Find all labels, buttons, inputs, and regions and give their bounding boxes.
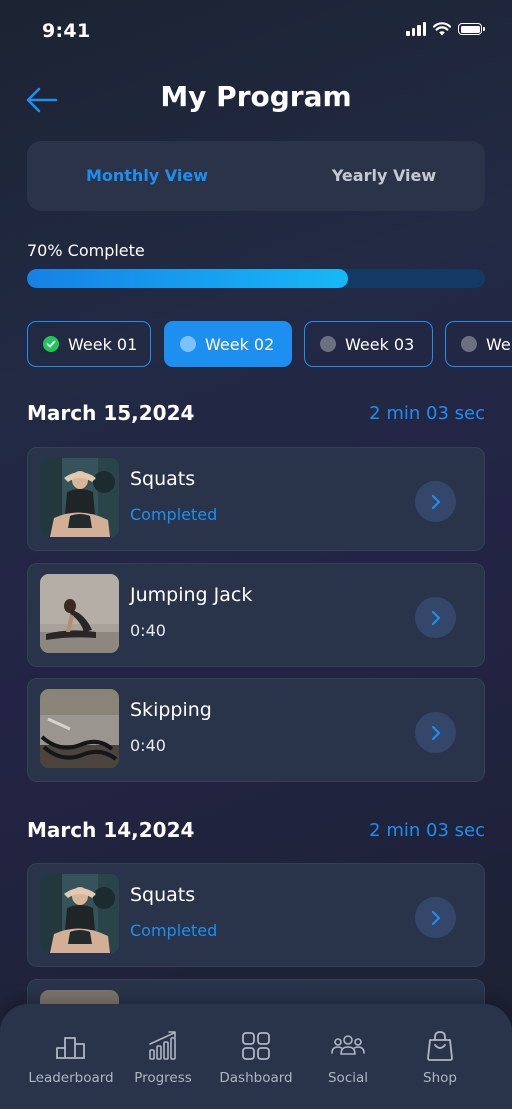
social-icon <box>331 1035 365 1055</box>
week-chip-label: Week 02 <box>205 334 275 354</box>
nav-progress[interactable]: Progress <box>113 1030 213 1086</box>
exercise-thumbnail <box>40 574 119 653</box>
exercise-name: Skipping <box>130 699 212 721</box>
bottom-nav: Leaderboard Progress Dashboard Social Sh… <box>0 1004 512 1109</box>
view-toggle: Monthly View Yearly View <box>27 141 485 211</box>
dashboard-icon <box>242 1032 270 1060</box>
exercise-card-jumping-jack[interactable]: Jumping Jack 0:40 <box>27 563 485 667</box>
week-chip-label: Week 01 <box>68 334 138 354</box>
progress-icon <box>149 1031 176 1060</box>
week-chip-label: Week 03 <box>345 334 415 354</box>
exercise-duration: 0:40 <box>130 621 166 640</box>
progress-label: 70% Complete <box>27 241 145 260</box>
progress-bar <box>27 269 485 288</box>
open-exercise-button[interactable] <box>415 712 456 753</box>
section-duration: 2 min 03 sec <box>369 820 485 841</box>
exercise-status: Completed <box>130 505 218 524</box>
battery-icon <box>458 23 485 35</box>
monthly-view-tab[interactable]: Monthly View <box>47 141 247 211</box>
exercise-thumbnail <box>40 874 119 953</box>
week-chip-04[interactable]: We <box>445 321 512 367</box>
open-exercise-button[interactable] <box>415 897 456 938</box>
page-title: My Program <box>160 80 352 113</box>
open-exercise-button[interactable] <box>415 481 456 522</box>
nav-social[interactable]: Social <box>298 1030 398 1086</box>
status-time: 9:41 <box>42 20 91 42</box>
pending-dot-icon <box>320 336 336 352</box>
exercise-name: Jumping Jack <box>130 584 253 606</box>
section-date: March 14,2024 <box>27 818 195 842</box>
exercise-status: Completed <box>130 921 218 940</box>
check-circle-icon <box>43 336 59 352</box>
status-bar: 9:41 <box>0 0 512 60</box>
nav-label: Shop <box>423 1070 457 1086</box>
chevron-right-icon <box>431 494 440 509</box>
exercise-name: Squats <box>130 468 196 490</box>
week-chip-02[interactable]: Week 02 <box>164 321 292 367</box>
signal-icon <box>406 22 426 36</box>
leaderboard-icon <box>56 1037 85 1059</box>
nav-label: Social <box>327 1070 369 1086</box>
exercise-duration: 0:40 <box>130 736 166 755</box>
exercise-card-skipping[interactable]: Skipping 0:40 <box>27 678 485 782</box>
week-chip-label: We <box>486 334 511 354</box>
nav-label: Dashboard <box>219 1070 293 1086</box>
nav-dashboard[interactable]: Dashboard <box>206 1030 306 1086</box>
progress-fill <box>27 269 348 288</box>
exercise-card-squats[interactable]: Squats Completed <box>27 863 485 967</box>
shop-icon <box>427 1031 453 1061</box>
exercise-card-squats[interactable]: Squats Completed <box>27 447 485 551</box>
week-chip-01[interactable]: Week 01 <box>27 321 151 367</box>
nav-label: Leaderboard <box>28 1070 114 1086</box>
chevron-right-icon <box>431 610 440 625</box>
wifi-icon <box>433 22 451 36</box>
exercise-name: Squats <box>130 884 196 906</box>
week-chip-03[interactable]: Week 03 <box>304 321 433 367</box>
chevron-right-icon <box>431 725 440 740</box>
exercise-thumbnail <box>40 458 119 537</box>
nav-shop[interactable]: Shop <box>390 1030 490 1086</box>
nav-leaderboard[interactable]: Leaderboard <box>21 1030 121 1086</box>
open-exercise-button[interactable] <box>415 597 456 638</box>
section-duration: 2 min 03 sec <box>369 403 485 424</box>
section-date: March 15,2024 <box>27 401 195 425</box>
active-dot-icon <box>180 336 196 352</box>
chevron-right-icon <box>431 910 440 925</box>
exercise-thumbnail <box>40 689 119 768</box>
nav-label: Progress <box>134 1070 192 1086</box>
status-icons <box>406 22 485 36</box>
pending-dot-icon <box>461 336 477 352</box>
yearly-view-tab[interactable]: Yearly View <box>277 141 491 211</box>
